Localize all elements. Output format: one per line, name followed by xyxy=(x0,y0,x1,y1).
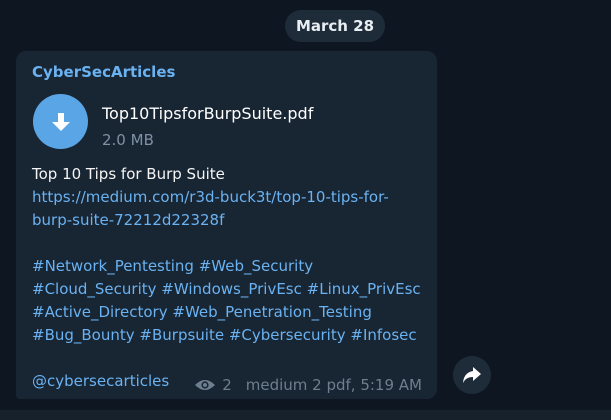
file-size: 2.0 MB xyxy=(102,131,154,149)
hashtag-link[interactable]: #Bug_Bounty xyxy=(32,326,135,344)
hashtag-link[interactable]: #Network_Pentesting xyxy=(32,257,194,275)
hashtag-link[interactable]: #Active_Directory xyxy=(32,303,168,321)
message-meta: 2 medium 2 pdf, 5:19 AM xyxy=(194,376,422,394)
channel-name[interactable]: CyberSecArticles xyxy=(32,63,175,81)
file-download-button[interactable] xyxy=(33,94,88,149)
post-signature-time: medium 2 pdf, 5:19 AM xyxy=(245,376,422,394)
hashtag-row: #Bug_Bounty #Burpsuite #Cybersecurity #I… xyxy=(32,324,428,347)
hashtag-link[interactable]: #Cloud_Security xyxy=(32,280,157,298)
hashtag-link[interactable]: #Web_Security xyxy=(199,257,313,275)
hashtag-link[interactable]: #Web_Penetration_Testing xyxy=(172,303,371,321)
hashtag-row: #Network_Pentesting #Web_Security xyxy=(32,255,428,278)
hashtag-row: #Active_Directory #Web_Penetration_Testi… xyxy=(32,301,428,324)
file-name[interactable]: Top10TipsforBurpSuite.pdf xyxy=(102,104,313,123)
article-link-line-1[interactable]: https://medium.com/r3d-buck3t/top-10-tip… xyxy=(32,186,428,209)
eye-icon xyxy=(194,378,216,392)
hashtag-link[interactable]: #Windows_PrivEsc xyxy=(161,280,302,298)
share-forward-icon xyxy=(463,367,481,383)
hashtag-link[interactable]: #Burpsuite xyxy=(139,326,224,344)
hashtag-link[interactable]: #Cybersecurity xyxy=(229,326,346,344)
download-arrow-icon xyxy=(51,112,70,131)
composer-edge xyxy=(0,410,611,420)
view-count: 2 xyxy=(222,376,232,394)
message-text: Top 10 Tips for Burp Suite https://mediu… xyxy=(32,163,428,393)
message-title: Top 10 Tips for Burp Suite xyxy=(32,165,225,183)
date-separator: March 28 xyxy=(285,10,385,42)
message-bubble: CyberSecArticles Top10TipsforBurpSuite.p… xyxy=(16,51,437,399)
hashtag-row: #Cloud_Security #Windows_PrivEsc #Linux_… xyxy=(32,278,428,301)
share-button[interactable] xyxy=(453,356,491,394)
hashtag-link[interactable]: #Linux_PrivEsc xyxy=(307,280,421,298)
article-link-line-2[interactable]: burp-suite-72212d22328f xyxy=(32,209,428,232)
hashtag-link[interactable]: #Infosec xyxy=(350,326,416,344)
